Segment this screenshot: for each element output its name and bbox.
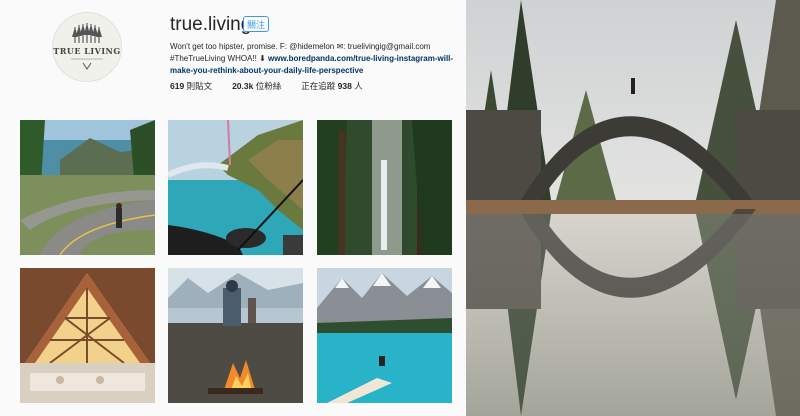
- photo-tile-cabin[interactable]: [20, 268, 155, 403]
- photo-tile-waterfall[interactable]: [317, 120, 452, 255]
- photo-tile-coastal-road[interactable]: [20, 120, 155, 255]
- photo-tile-campfire[interactable]: [168, 268, 303, 403]
- bio-hashtag[interactable]: #TheTrueLiving WHOA!! ⬇: [170, 54, 266, 63]
- photo-tile-helicopter[interactable]: [168, 120, 303, 255]
- follow-button[interactable]: 關注: [243, 16, 269, 32]
- following-stat[interactable]: 正在追蹤 938 人: [301, 80, 362, 92]
- profile-username: true.living: [170, 14, 252, 35]
- bio-line: Won't get too hipster, promise. F: @hide…: [170, 42, 431, 51]
- following-label: 人: [354, 81, 363, 91]
- followers-label: 位粉絲: [255, 81, 282, 91]
- profile-bio: Won't get too hipster, promise. F: @hide…: [170, 41, 460, 77]
- logo-text: TRUE LIVING: [53, 46, 121, 56]
- followers-count: 20.3k: [232, 81, 254, 91]
- posts-stat: 619 則貼文: [170, 80, 212, 92]
- posts-label: 則貼文: [186, 81, 213, 91]
- profile-stats: 619 則貼文 20.3k 位粉絲 正在追蹤 938 人: [170, 80, 363, 92]
- following-count: 938: [337, 81, 352, 91]
- instagram-profile-panel: TRUE LIVING true.living 關注 Won't get too…: [0, 0, 466, 416]
- profile-avatar[interactable]: TRUE LIVING: [52, 12, 122, 82]
- posts-count: 619: [170, 81, 185, 91]
- following-prefix: 正在追蹤: [301, 81, 336, 91]
- bridge-reflection-photo: [466, 0, 800, 416]
- bio-link-line: #TheTrueLiving WHOA!! ⬇ www.boredpanda.c…: [170, 53, 460, 77]
- photo-tile-mountain-lake[interactable]: [317, 268, 452, 403]
- followers-stat[interactable]: 20.3k 位粉絲: [232, 80, 281, 92]
